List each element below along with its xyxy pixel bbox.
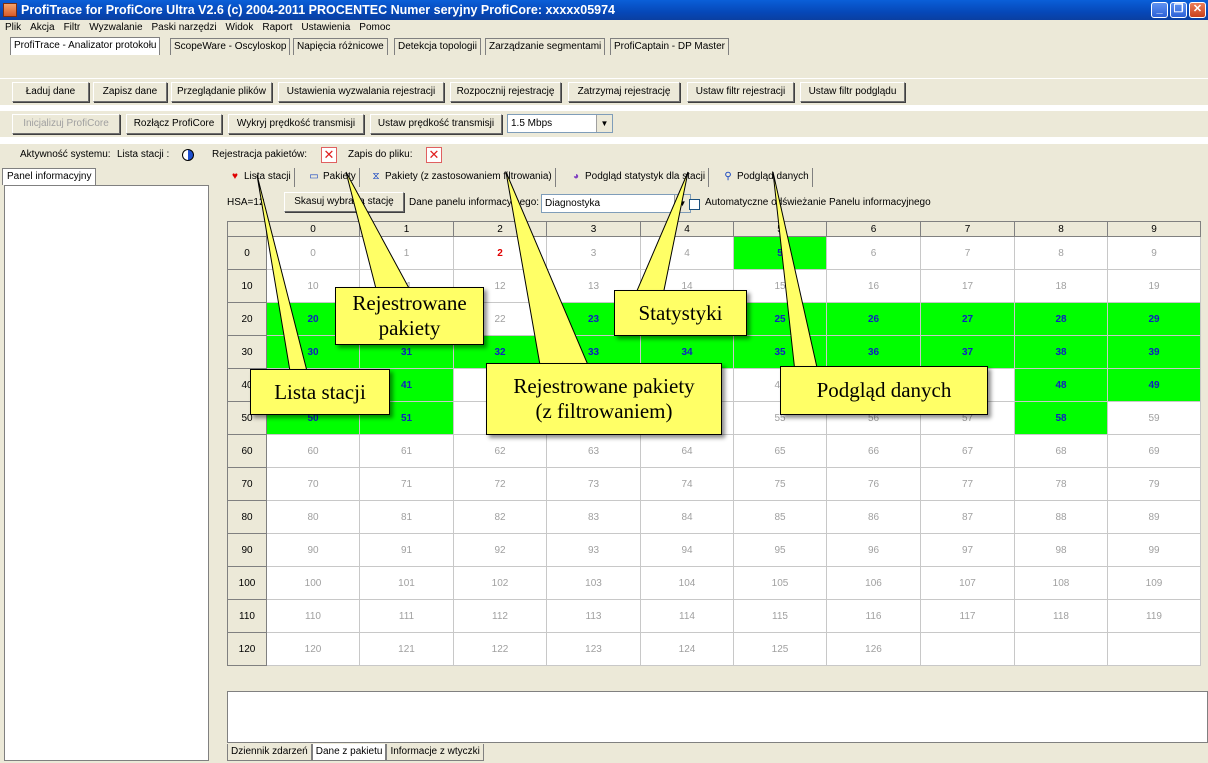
pointer-data	[772, 171, 819, 373]
pointer-station-list	[256, 174, 311, 384]
callout-recorded-packets: Rejestrowane pakiety	[335, 287, 484, 345]
callout-filtered-packets-line2: (z filtrowaniem)	[535, 399, 673, 423]
callout-recorded-packets-line1: Rejestrowane	[352, 291, 467, 315]
callout-station-list: Lista stacji	[250, 369, 390, 415]
pointer-filtered	[505, 171, 589, 366]
callout-data-view: Podgląd danych	[780, 366, 988, 415]
callout-filtered-packets-line1: Rejestrowane pakiety	[513, 374, 695, 398]
pointer-stats	[632, 171, 689, 301]
callout-recorded-packets-line2: pakiety	[378, 316, 441, 340]
callout-statistics: Statystyki	[614, 290, 747, 336]
callout-filtered-packets: Rejestrowane pakiety (z filtrowaniem)	[486, 363, 722, 435]
